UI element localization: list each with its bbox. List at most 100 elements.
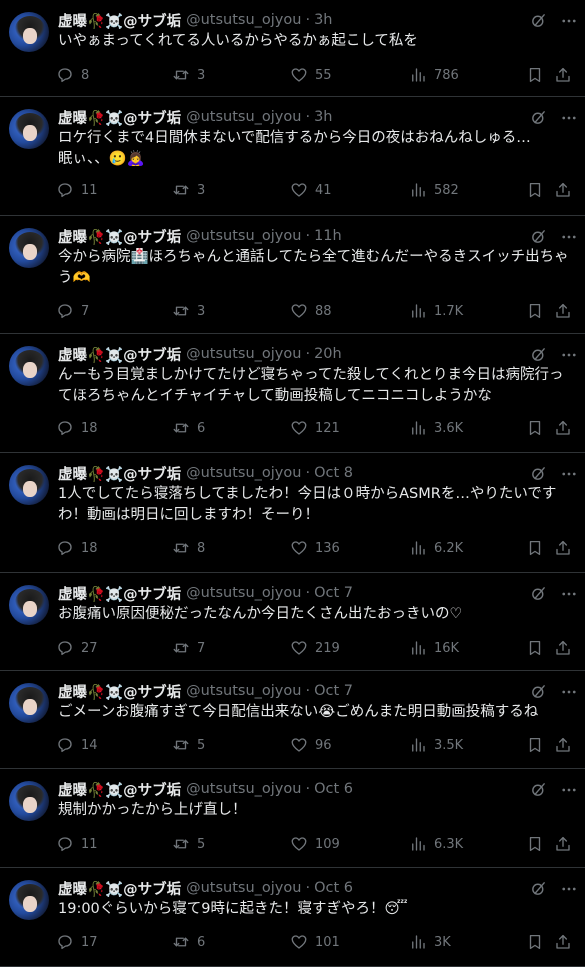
- grok-icon[interactable]: [530, 585, 547, 602]
- like-button[interactable]: 41: [290, 179, 332, 201]
- display-name[interactable]: 虚曝🥀☠️@サブ垢: [58, 344, 181, 365]
- retweet-button[interactable]: 8: [172, 537, 205, 559]
- views-button[interactable]: 6.2K: [409, 537, 463, 559]
- bookmark-button[interactable]: [526, 64, 544, 86]
- grok-icon[interactable]: [530, 683, 547, 700]
- like-button[interactable]: 88: [290, 300, 332, 322]
- reply-button[interactable]: 11: [56, 833, 98, 855]
- like-button[interactable]: 101: [290, 931, 340, 953]
- timestamp[interactable]: 11h: [314, 228, 342, 244]
- user-handle[interactable]: @utsutsu_ojyou: [186, 880, 301, 896]
- grok-icon[interactable]: [530, 109, 547, 126]
- user-handle[interactable]: @utsutsu_ojyou: [186, 12, 301, 28]
- tweet[interactable]: 虚曝🥀☠️@サブ垢 @utsutsu_ojyou · Oct 7 ごメーンお腹痛…: [0, 671, 585, 769]
- grok-icon[interactable]: [530, 880, 547, 897]
- bookmark-button[interactable]: [526, 537, 544, 559]
- bookmark-button[interactable]: [526, 734, 544, 756]
- bookmark-button[interactable]: [526, 637, 544, 659]
- bookmark-button[interactable]: [526, 179, 544, 201]
- timestamp[interactable]: 3h: [314, 12, 332, 28]
- retweet-button[interactable]: 6: [172, 931, 205, 953]
- tweet[interactable]: 虚曝🥀☠️@サブ垢 @utsutsu_ojyou · Oct 6 19:00ぐら…: [0, 868, 585, 967]
- like-button[interactable]: 55: [290, 64, 332, 86]
- avatar[interactable]: [9, 12, 49, 52]
- grok-icon[interactable]: [530, 12, 547, 29]
- reply-button[interactable]: 27: [56, 637, 98, 659]
- avatar[interactable]: [9, 346, 49, 386]
- display-name[interactable]: 虚曝🥀☠️@サブ垢: [58, 463, 181, 484]
- display-name[interactable]: 虚曝🥀☠️@サブ垢: [58, 583, 181, 604]
- like-button[interactable]: 219: [290, 637, 340, 659]
- timestamp[interactable]: 3h: [314, 109, 332, 125]
- retweet-button[interactable]: 5: [172, 833, 205, 855]
- tweet[interactable]: 虚曝🥀☠️@サブ垢 @utsutsu_ojyou · 20h んーもう目覚ましか…: [0, 334, 585, 453]
- display-name[interactable]: 虚曝🥀☠️@サブ垢: [58, 10, 181, 31]
- user-handle[interactable]: @utsutsu_ojyou: [186, 465, 301, 481]
- user-handle[interactable]: @utsutsu_ojyou: [186, 346, 301, 362]
- display-name[interactable]: 虚曝🥀☠️@サブ垢: [58, 226, 181, 247]
- user-handle[interactable]: @utsutsu_ojyou: [186, 228, 301, 244]
- display-name[interactable]: 虚曝🥀☠️@サブ垢: [58, 681, 181, 702]
- timestamp[interactable]: Oct 7: [314, 683, 353, 699]
- avatar[interactable]: [9, 585, 49, 625]
- display-name[interactable]: 虚曝🥀☠️@サブ垢: [58, 107, 181, 128]
- grok-icon[interactable]: [530, 465, 547, 482]
- display-name[interactable]: 虚曝🥀☠️@サブ垢: [58, 779, 181, 800]
- reply-button[interactable]: 8: [56, 64, 89, 86]
- avatar[interactable]: [9, 228, 49, 268]
- more-icon[interactable]: [560, 585, 578, 603]
- reply-button[interactable]: 18: [56, 417, 98, 439]
- retweet-button[interactable]: 3: [172, 64, 205, 86]
- views-button[interactable]: 16K: [409, 637, 459, 659]
- retweet-button[interactable]: 3: [172, 179, 205, 201]
- more-icon[interactable]: [560, 228, 578, 246]
- avatar[interactable]: [9, 781, 49, 821]
- share-button[interactable]: [554, 537, 572, 559]
- tweet[interactable]: 虚曝🥀☠️@サブ垢 @utsutsu_ojyou · Oct 8 1人でしてたら…: [0, 453, 585, 573]
- avatar[interactable]: [9, 109, 49, 149]
- reply-button[interactable]: 17: [56, 931, 98, 953]
- share-button[interactable]: [554, 64, 572, 86]
- user-handle[interactable]: @utsutsu_ojyou: [186, 585, 301, 601]
- retweet-button[interactable]: 6: [172, 417, 205, 439]
- tweet[interactable]: 虚曝🥀☠️@サブ垢 @utsutsu_ojyou · 3h いやぁまってくれてる…: [0, 0, 585, 97]
- more-icon[interactable]: [560, 346, 578, 364]
- like-button[interactable]: 96: [290, 734, 332, 756]
- retweet-button[interactable]: 7: [172, 637, 205, 659]
- share-button[interactable]: [554, 833, 572, 855]
- retweet-button[interactable]: 5: [172, 734, 205, 756]
- retweet-button[interactable]: 3: [172, 300, 205, 322]
- share-button[interactable]: [554, 637, 572, 659]
- views-button[interactable]: 1.7K: [409, 300, 463, 322]
- more-icon[interactable]: [560, 12, 578, 30]
- views-button[interactable]: 6.3K: [409, 833, 463, 855]
- timestamp[interactable]: Oct 6: [314, 880, 353, 896]
- reply-button[interactable]: 11: [56, 179, 98, 201]
- reply-button[interactable]: 18: [56, 537, 98, 559]
- timestamp[interactable]: 20h: [314, 346, 342, 362]
- more-icon[interactable]: [560, 781, 578, 799]
- bookmark-button[interactable]: [526, 300, 544, 322]
- share-button[interactable]: [554, 300, 572, 322]
- more-icon[interactable]: [560, 683, 578, 701]
- avatar[interactable]: [9, 880, 49, 920]
- more-icon[interactable]: [560, 880, 578, 898]
- like-button[interactable]: 109: [290, 833, 340, 855]
- avatar[interactable]: [9, 683, 49, 723]
- tweet[interactable]: 虚曝🥀☠️@サブ垢 @utsutsu_ojyou · Oct 6 規制かかったか…: [0, 769, 585, 868]
- bookmark-button[interactable]: [526, 833, 544, 855]
- share-button[interactable]: [554, 734, 572, 756]
- bookmark-button[interactable]: [526, 417, 544, 439]
- bookmark-button[interactable]: [526, 931, 544, 953]
- tweet[interactable]: 虚曝🥀☠️@サブ垢 @utsutsu_ojyou · 11h 今から病院🏥ほろち…: [0, 216, 585, 334]
- tweet[interactable]: 虚曝🥀☠️@サブ垢 @utsutsu_ojyou · 3h ロケ行くまで4日間休…: [0, 97, 585, 216]
- tweet[interactable]: 虚曝🥀☠️@サブ垢 @utsutsu_ojyou · Oct 7 お腹痛い原因便…: [0, 573, 585, 671]
- user-handle[interactable]: @utsutsu_ojyou: [186, 683, 301, 699]
- avatar[interactable]: [9, 465, 49, 505]
- views-button[interactable]: 582: [409, 179, 459, 201]
- more-icon[interactable]: [560, 109, 578, 127]
- timestamp[interactable]: Oct 7: [314, 585, 353, 601]
- user-handle[interactable]: @utsutsu_ojyou: [186, 109, 301, 125]
- views-button[interactable]: 3.5K: [409, 734, 463, 756]
- user-handle[interactable]: @utsutsu_ojyou: [186, 781, 301, 797]
